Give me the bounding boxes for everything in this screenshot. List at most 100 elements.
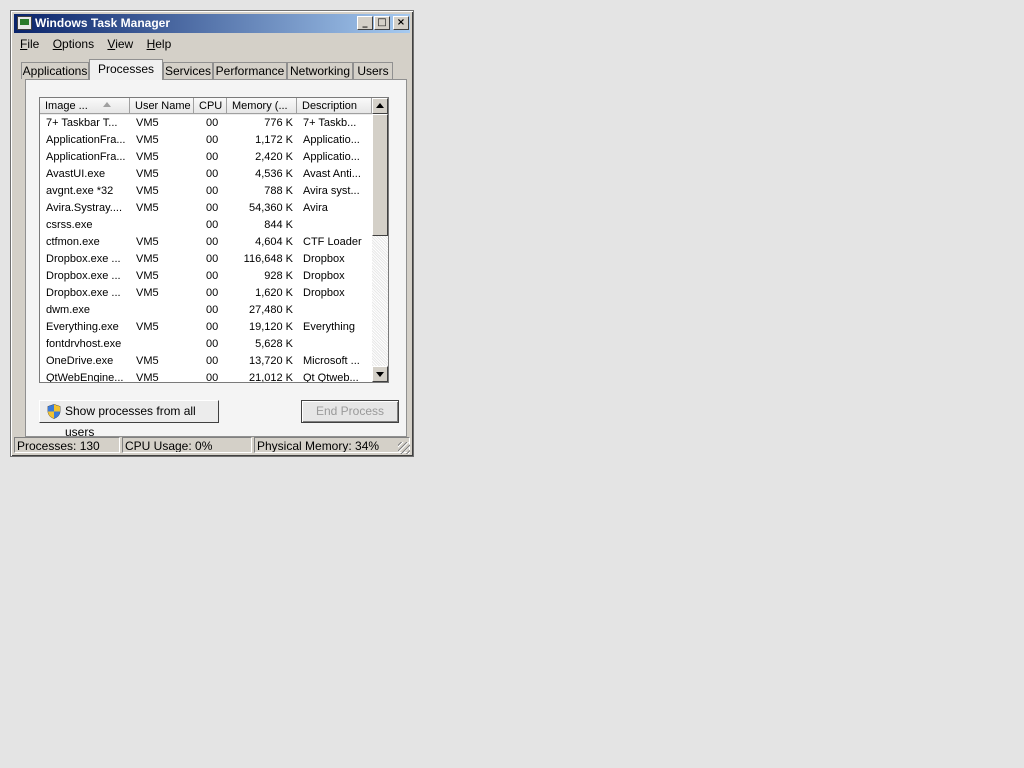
cell-description: Applicatio... (303, 134, 360, 146)
menu-bar: File Options View Help (15, 35, 176, 53)
cell-user-name: VM5 (136, 287, 159, 299)
table-row[interactable]: csrss.exe 00 844 K (40, 217, 372, 234)
vertical-scrollbar[interactable] (372, 98, 388, 382)
show-all-users-button[interactable]: Show processes from all users (39, 400, 219, 439)
cell-description: Everything (303, 321, 355, 333)
desktop: Windows Task Manager _ □ × File Options … (0, 0, 1024, 768)
cell-memory: 788 K (264, 185, 293, 197)
column-header-user-name[interactable]: User Name (130, 98, 194, 114)
table-row[interactable]: 7+ Taskbar T... VM5 00 776 K 7+ Taskb... (40, 115, 372, 132)
tab-users[interactable]: Users (353, 62, 393, 79)
cell-image-name: ctfmon.exe (46, 236, 100, 248)
column-header-row: Image ... User Name CPU Memory (... Desc… (40, 98, 372, 115)
tab-services[interactable]: Services (163, 62, 213, 79)
table-row[interactable]: Dropbox.exe ... VM5 00 928 K Dropbox (40, 268, 372, 285)
table-row[interactable]: fontdrvhost.exe 00 5,628 K (40, 336, 372, 353)
uac-shield-icon (47, 404, 61, 419)
cell-user-name (136, 302, 192, 319)
scroll-up-button[interactable] (372, 98, 388, 114)
menu-options[interactable]: Options (48, 35, 99, 53)
menu-view[interactable]: View (102, 35, 138, 53)
table-row[interactable]: Everything.exe VM5 00 19,120 K Everything (40, 319, 372, 336)
table-row[interactable]: dwm.exe 00 27,480 K (40, 302, 372, 319)
cell-cpu: 00 (206, 372, 219, 383)
table-row[interactable]: Dropbox.exe ... VM5 00 1,620 K Dropbox (40, 285, 372, 302)
tab-networking[interactable]: Networking (287, 62, 353, 79)
cell-user-name: VM5 (136, 372, 159, 383)
column-header-image[interactable]: Image ... (40, 98, 130, 114)
column-header-cpu[interactable]: CPU (194, 98, 227, 114)
scroll-down-button[interactable] (372, 366, 388, 382)
cell-memory: 1,620 K (255, 287, 293, 299)
close-button[interactable]: × (393, 16, 409, 30)
cell-image-name: AvastUI.exe (46, 168, 106, 180)
status-physical-memory: Physical Memory: 34% (254, 437, 410, 453)
table-row[interactable]: avgnt.exe *32 VM5 00 788 K Avira syst... (40, 183, 372, 200)
column-header-memory[interactable]: Memory (... (227, 98, 297, 114)
cell-description: Avira (303, 202, 328, 214)
cell-user-name: VM5 (136, 253, 159, 265)
cell-cpu: 00 (206, 236, 219, 248)
table-row[interactable]: Dropbox.exe ... VM5 00 116,648 K Dropbox (40, 251, 372, 268)
cell-cpu: 00 (206, 151, 219, 163)
processes-tab-panel: Image ... User Name CPU Memory (... Desc… (25, 79, 407, 439)
window-title: Windows Task Manager (35, 16, 171, 30)
status-cpu-usage: CPU Usage: 0% (122, 437, 252, 453)
arrow-down-icon (376, 372, 384, 377)
cell-image-name: dwm.exe (46, 304, 91, 316)
cell-memory: 54,360 K (248, 202, 293, 214)
cell-memory: 928 K (264, 270, 293, 282)
arrow-up-icon (376, 103, 384, 108)
cell-memory: 13,720 K (248, 355, 293, 367)
cell-description: Dropbox (303, 287, 345, 299)
cell-user-name: VM5 (136, 202, 159, 214)
cell-memory: 2,420 K (255, 151, 293, 163)
menu-file[interactable]: File (15, 35, 44, 53)
cell-image-name: Avira.Systray.... (46, 202, 123, 214)
cell-memory: 844 K (264, 219, 293, 231)
cell-description: Dropbox (303, 253, 345, 265)
cell-user-name: VM5 (136, 236, 159, 248)
cell-memory: 4,604 K (255, 236, 293, 248)
table-row[interactable]: OneDrive.exe VM5 00 13,720 K Microsoft ... (40, 353, 372, 370)
cell-image-name: 7+ Taskbar T... (46, 117, 118, 129)
menu-help[interactable]: Help (142, 35, 177, 53)
cell-memory: 5,628 K (255, 338, 293, 350)
task-manager-icon (17, 16, 32, 30)
end-process-button[interactable]: End Process (301, 400, 399, 423)
table-row[interactable]: QtWebEngine... VM5 00 21,012 K Qt Qtweb... (40, 370, 372, 383)
cell-description (303, 302, 369, 319)
title-bar[interactable]: Windows Task Manager _ □ × (14, 14, 410, 33)
cell-description (303, 336, 369, 353)
column-header-description[interactable]: Description (297, 98, 372, 114)
tab-strip: Applications Processes Services Performance… (21, 59, 401, 81)
tab-processes[interactable]: Processes (89, 59, 163, 80)
tab-applications[interactable]: Applications (21, 62, 89, 79)
table-row[interactable]: ctfmon.exe VM5 00 4,604 K CTF Loader (40, 234, 372, 251)
cell-cpu: 00 (206, 134, 219, 146)
minimize-button[interactable]: _ (357, 16, 373, 30)
table-row[interactable]: Avira.Systray.... VM5 00 54,360 K Avira (40, 200, 372, 217)
cell-memory: 4,536 K (255, 168, 293, 180)
cell-description: CTF Loader (303, 236, 362, 248)
cell-image-name: OneDrive.exe (46, 355, 114, 367)
scroll-thumb[interactable] (372, 114, 388, 236)
task-manager-window: Windows Task Manager _ □ × File Options … (10, 10, 414, 457)
sort-ascending-icon (103, 102, 111, 107)
cell-cpu: 00 (206, 287, 219, 299)
cell-user-name: VM5 (136, 321, 159, 333)
cell-description: Applicatio... (303, 151, 360, 163)
table-row[interactable]: AvastUI.exe VM5 00 4,536 K Avast Anti... (40, 166, 372, 183)
process-list[interactable]: Image ... User Name CPU Memory (... Desc… (39, 97, 389, 383)
maximize-button[interactable]: □ (374, 16, 390, 30)
cell-description: Qt Qtweb... (303, 372, 359, 383)
table-row[interactable]: ApplicationFra... VM5 00 2,420 K Applicatio.… (40, 149, 372, 166)
tab-performance[interactable]: Performance (213, 62, 287, 79)
cell-memory: 116,648 K (243, 253, 293, 265)
cell-description: Avast Anti... (303, 168, 361, 180)
cell-cpu: 00 (206, 321, 219, 333)
cell-cpu: 00 (206, 253, 219, 265)
resize-grip[interactable] (398, 442, 410, 454)
table-row[interactable]: ApplicationFra... VM5 00 1,172 K Applicatio.… (40, 132, 372, 149)
cell-user-name: VM5 (136, 168, 159, 180)
